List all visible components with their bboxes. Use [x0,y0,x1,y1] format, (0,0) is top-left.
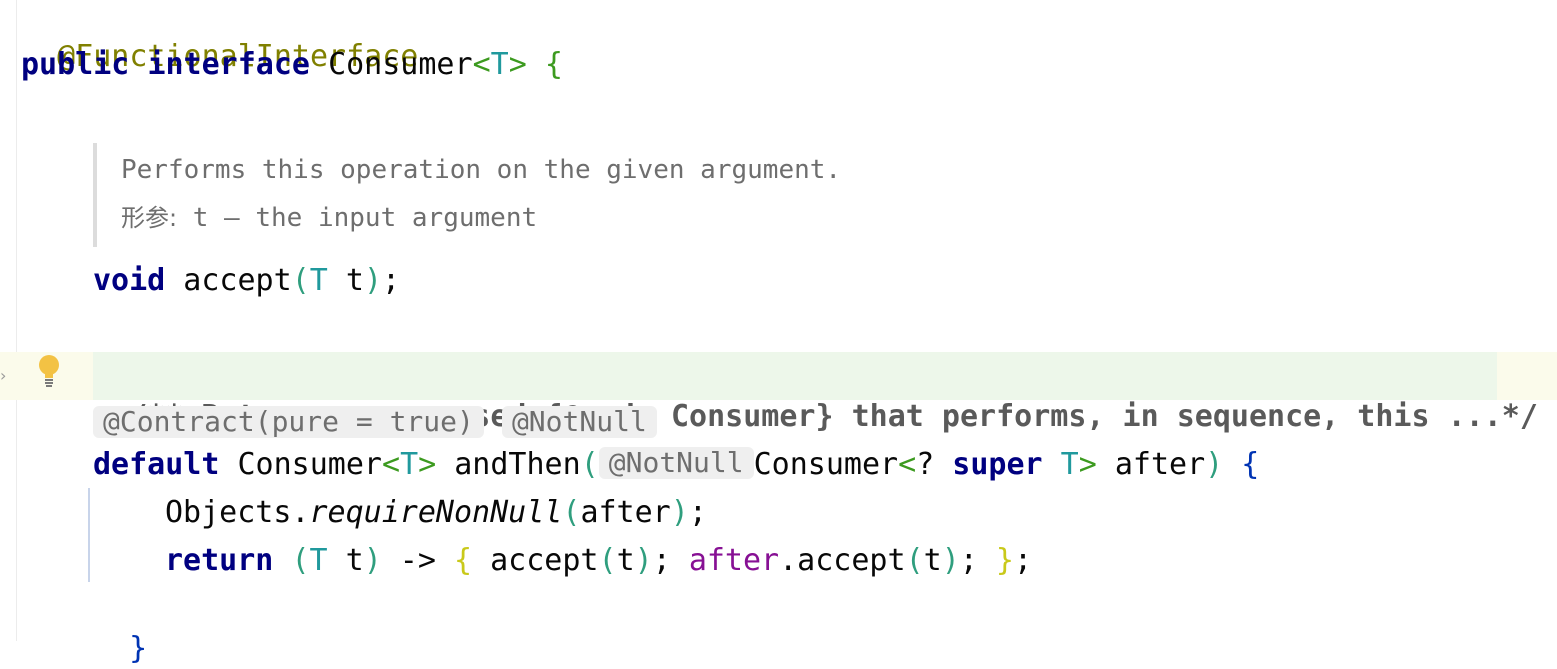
fold-arrow-icon[interactable]: › [0,366,6,385]
objects-class: Objects. [165,495,310,530]
inlay-notnull[interactable]: @NotNull [501,406,657,438]
semicolon: ; [652,543,689,578]
param-type: Consumer [753,447,899,482]
javadoc-param-text: t – the input argument [177,203,538,233]
code-line-andthen-decl[interactable]: default Consumer<T> andThen(@NotNull Cons… [93,445,1259,485]
semicolon: ; [1013,543,1032,578]
paren-close: ) [634,543,653,578]
close-brace: } [129,631,148,666]
paren-close: ) [670,495,689,530]
code-line-return[interactable]: return (T t) -> { accept(t); after.accep… [165,541,1032,581]
javadoc-param-label: 形参: [121,204,178,232]
lambda-open-brace: { [454,543,473,578]
return-type: Consumer [219,447,382,482]
wildcard: ? [916,447,953,482]
paren-close: ) [1205,447,1224,482]
paren-open: ( [598,543,617,578]
angle-close: > [418,447,437,482]
angle-close: > [508,47,527,82]
editor-gutter-border [16,0,17,641]
collapsed-javadoc[interactable]: /** Returns a composed {@code Consumer} … [93,357,1538,434]
type-param: T [490,47,509,82]
keyword-return: return [165,543,274,578]
inlay-param-notnull[interactable]: @NotNull [598,447,754,479]
call-accept: accept [472,543,599,578]
javadoc-description: Performs this operation on the given arg… [121,155,842,185]
param-type-param: T [1042,447,1079,482]
semicolon: ; [382,263,401,298]
keyword-default: default [93,447,220,482]
inlay-contract[interactable]: @Contract(pure = true) [93,406,484,438]
code-line-requirenonnull[interactable]: Objects.requireNonNull(after); [165,493,707,533]
keyword-super: super [952,447,1043,482]
param-t: t [327,263,364,298]
param-after: after [1096,447,1206,482]
open-brace: { [1223,447,1260,482]
arg-after: after [580,495,671,530]
param-angle-close: > [1078,447,1097,482]
lambda-arrow: -> [381,543,454,578]
type-param: T [309,543,328,578]
code-line-interface-decl[interactable]: public interface Consumer<T> { [21,45,563,85]
javadoc-param-line: 形参: t – the input argument [121,198,537,238]
paren-open: ( [580,447,599,482]
keyword-public: public [21,47,130,82]
type-param: T [400,447,419,482]
indent-guide [88,488,90,582]
paren-close: ) [363,263,382,298]
param-angle-open: < [898,447,917,482]
paren-open: ( [562,495,581,530]
keyword-interface: interface [147,47,310,82]
angle-open: < [472,47,491,82]
code-line-accept[interactable]: void accept(T t); [93,261,400,301]
method-requirenonnull: requireNonNull [309,495,563,530]
paren-open: ( [291,543,310,578]
angle-open: < [382,447,401,482]
semicolon: ; [959,543,996,578]
semicolon: ; [688,495,707,530]
lambda-param: t [327,543,364,578]
method-andthen: andThen [436,447,581,482]
paren-open: ( [291,263,310,298]
method-accept: accept [165,263,292,298]
paren-close: ) [363,543,382,578]
paren-close: ) [941,543,960,578]
inlay-annotations-line[interactable]: @Contract(pure = true) @NotNull [93,404,657,444]
keyword-void: void [93,263,166,298]
captured-after: after [688,543,780,578]
code-line-close-brace[interactable]: } [93,589,147,666]
code-line-annotation[interactable]: @FunctionalInterface [21,0,418,74]
lambda-close-brace: } [995,543,1014,578]
type-param: T [309,263,328,298]
lightbulb-icon[interactable] [36,354,62,388]
arg-t: t [616,543,635,578]
open-brace: { [544,47,563,82]
call-after-accept: .accept [779,543,906,578]
arg-t: t [923,543,942,578]
paren-open: ( [905,543,924,578]
interface-name: Consumer [328,47,473,82]
